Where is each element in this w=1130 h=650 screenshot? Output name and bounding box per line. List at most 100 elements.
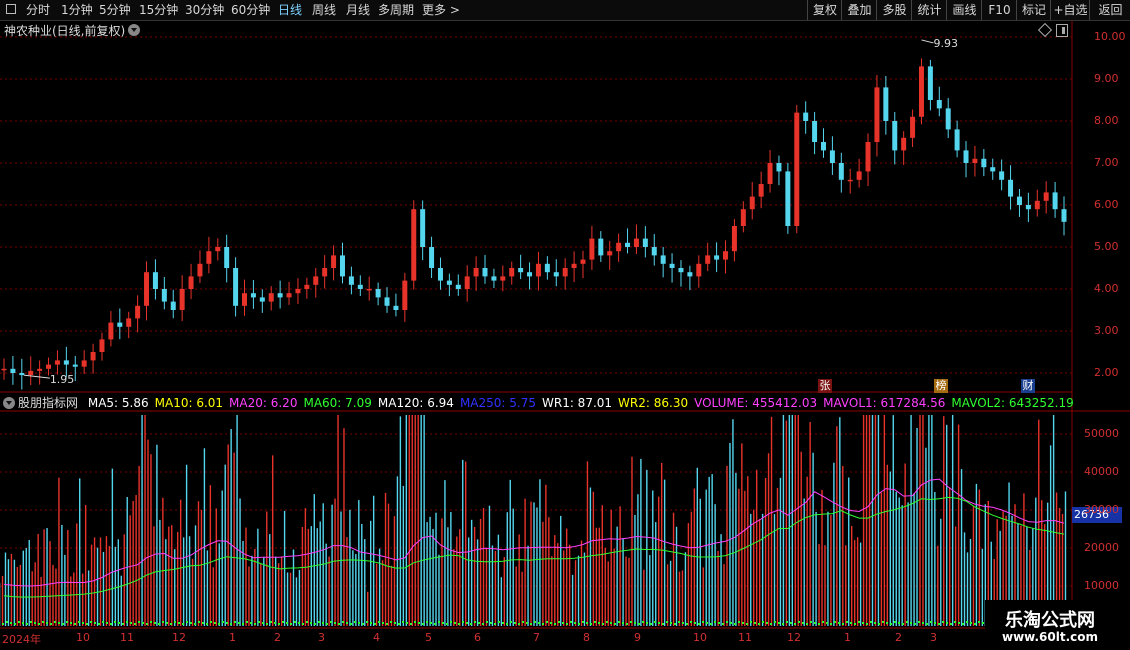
- signal-dot: [626, 623, 628, 625]
- candle-body: [99, 339, 105, 352]
- signal-dot: [734, 623, 736, 625]
- signal-dot: [70, 622, 72, 624]
- candle-body: [37, 368, 43, 371]
- signal-dot: [178, 622, 180, 624]
- price-axis-label: 10.00: [1094, 30, 1126, 43]
- time-axis-label: 1: [844, 631, 851, 644]
- indicator-legend: 股朋指标网 MA5: 5.86 MA10: 6.01 MA20: 6.20 MA60:…: [18, 395, 1080, 411]
- signal-dot: [18, 621, 20, 623]
- signal-dot: [290, 623, 292, 625]
- signal-dot: [558, 621, 560, 623]
- signal-dot: [666, 621, 668, 623]
- signal-dot: [450, 621, 452, 623]
- signal-dot: [22, 622, 24, 624]
- signal-dot: [886, 622, 888, 624]
- signal-dot: [454, 622, 456, 624]
- candle-body: [242, 293, 248, 306]
- candle-body: [393, 305, 399, 310]
- candle-body: [491, 276, 497, 281]
- time-axis-label: 9: [634, 631, 641, 644]
- candle-body: [838, 163, 844, 180]
- signal-dot: [870, 621, 872, 623]
- time-axis-label: 8: [583, 631, 590, 644]
- ranking-tag[interactable]: 榜: [934, 379, 948, 393]
- candle-body: [856, 171, 862, 180]
- time-axis-label: 3: [318, 631, 325, 644]
- signal-dot: [494, 623, 496, 625]
- signal-dot: [402, 621, 404, 623]
- signal-dot: [230, 623, 232, 625]
- candle-body: [135, 305, 141, 319]
- chevron-down-icon[interactable]: [128, 24, 140, 36]
- signal-dot: [270, 621, 272, 623]
- candle-body: [607, 251, 613, 256]
- signal-dot: [42, 621, 44, 623]
- price-axis-label: 9.00: [1094, 72, 1119, 85]
- signal-dot: [94, 622, 96, 624]
- limit-up-tag[interactable]: 张: [818, 379, 832, 393]
- signal-dot: [574, 622, 576, 624]
- candle-body: [464, 276, 470, 289]
- signal-dot: [122, 623, 124, 625]
- candle-body: [170, 301, 176, 310]
- indicator-value-9: MAVOL1: 617284.56: [823, 396, 946, 410]
- candle-body: [544, 263, 550, 273]
- signal-dot: [718, 622, 720, 624]
- candle-body: [527, 272, 533, 277]
- candle-body: [669, 263, 675, 268]
- candle-body: [233, 268, 239, 306]
- candle-body: [696, 263, 702, 277]
- signal-dot: [834, 621, 836, 623]
- signal-dot: [698, 623, 700, 625]
- time-axis-label: 2024年: [2, 633, 41, 646]
- candle-body: [72, 364, 78, 367]
- signal-dot: [158, 623, 160, 625]
- signal-dot: [130, 622, 132, 624]
- signal-dot: [842, 623, 844, 625]
- signal-dot: [338, 623, 340, 625]
- candle-body: [776, 163, 782, 172]
- candle-body: [865, 142, 871, 172]
- signal-dot: [506, 623, 508, 625]
- signal-dot: [830, 623, 832, 625]
- signal-dot: [642, 621, 644, 623]
- signal-dot: [198, 621, 200, 623]
- indicator-value-4: MA120: 6.94: [377, 396, 454, 410]
- chevron-down-icon[interactable]: [3, 397, 15, 409]
- high-marker: [921, 39, 934, 44]
- candle-body: [598, 238, 604, 256]
- candle-body: [250, 293, 256, 298]
- panel-toggle-icon[interactable]: [1056, 24, 1068, 37]
- signal-dot: [934, 622, 936, 624]
- signal-dot: [554, 623, 556, 625]
- candle-body: [10, 368, 16, 373]
- candle-body: [206, 251, 212, 264]
- signal-dot: [586, 622, 588, 624]
- high-price-label: 9.93: [933, 37, 958, 50]
- signal-dot: [838, 622, 840, 624]
- candle-body: [910, 116, 916, 138]
- signal-dot: [114, 621, 116, 623]
- finance-tag[interactable]: 财: [1021, 379, 1035, 393]
- price-axis-label: 8.00: [1094, 114, 1119, 127]
- signal-dot: [778, 622, 780, 624]
- signal-dot: [222, 621, 224, 623]
- signal-dot: [74, 623, 76, 625]
- signal-dot: [482, 623, 484, 625]
- indicator-value-8: VOLUME: 455412.03: [694, 396, 818, 410]
- candle-body: [616, 242, 622, 252]
- candle-body: [1043, 192, 1049, 201]
- signal-dot: [662, 623, 664, 625]
- candle-body: [152, 272, 158, 289]
- signal-dot: [946, 622, 948, 624]
- candle-body: [108, 322, 114, 340]
- signal-dot: [938, 623, 940, 625]
- signal-dot: [530, 623, 532, 625]
- stock-title: 神农种业(日线,前复权): [4, 24, 126, 38]
- signal-dot: [422, 623, 424, 625]
- signal-dot: [306, 621, 308, 623]
- signal-dot: [174, 621, 176, 623]
- candle-body: [633, 238, 639, 247]
- signal-dot: [954, 621, 956, 623]
- signal-dot: [982, 622, 984, 624]
